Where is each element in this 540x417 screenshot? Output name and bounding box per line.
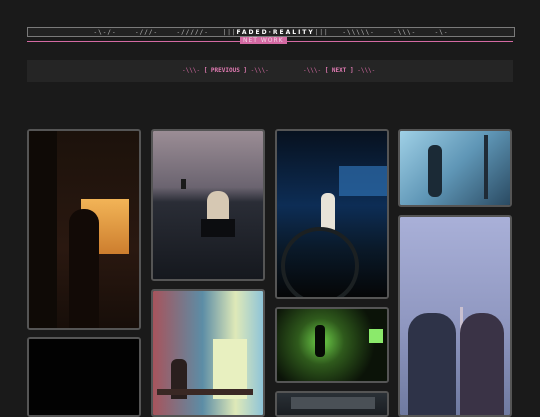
next-label[interactable]: [ NEXT ]	[325, 67, 354, 74]
photo-tile-3[interactable]	[275, 129, 389, 299]
photo-tile-2[interactable]	[151, 129, 265, 281]
header-right-pattern: ||| -\\\\\- -\\\- -\-	[314, 28, 449, 36]
pagination-bar: -\\\- [ PREVIOUS ] -\\\- -\\\- [ NEXT ] …	[27, 60, 513, 82]
next-link[interactable]: -\\\- [ NEXT ] -\\\-	[303, 67, 375, 74]
photo-tile-5[interactable]	[27, 337, 141, 417]
photo-tile-7[interactable]	[275, 307, 389, 383]
previous-link[interactable]: -\\\- [ PREVIOUS ] -\\\-	[182, 67, 269, 74]
photo-tile-1[interactable]	[27, 129, 141, 330]
site-subtitle: NET WORK	[240, 37, 287, 44]
header-left-pattern: -\-/- -///- -/////- |||	[93, 28, 237, 36]
photo-tile-6[interactable]	[151, 289, 265, 417]
next-right-deco: -\\\-	[357, 67, 376, 74]
photo-tile-4[interactable]	[398, 129, 512, 207]
site-title: FADED·REALITY	[236, 28, 315, 36]
previous-right-deco: -\\\-	[250, 67, 269, 74]
previous-left-deco: -\\\-	[182, 67, 201, 74]
next-left-deco: -\\\-	[303, 67, 322, 74]
photo-tile-9[interactable]	[275, 391, 389, 417]
header-banner: -\-/- -///- -/////- ||| FADED·REALITY ||…	[27, 27, 515, 37]
photo-tile-8[interactable]	[398, 215, 512, 417]
previous-label[interactable]: [ PREVIOUS ]	[204, 67, 247, 74]
